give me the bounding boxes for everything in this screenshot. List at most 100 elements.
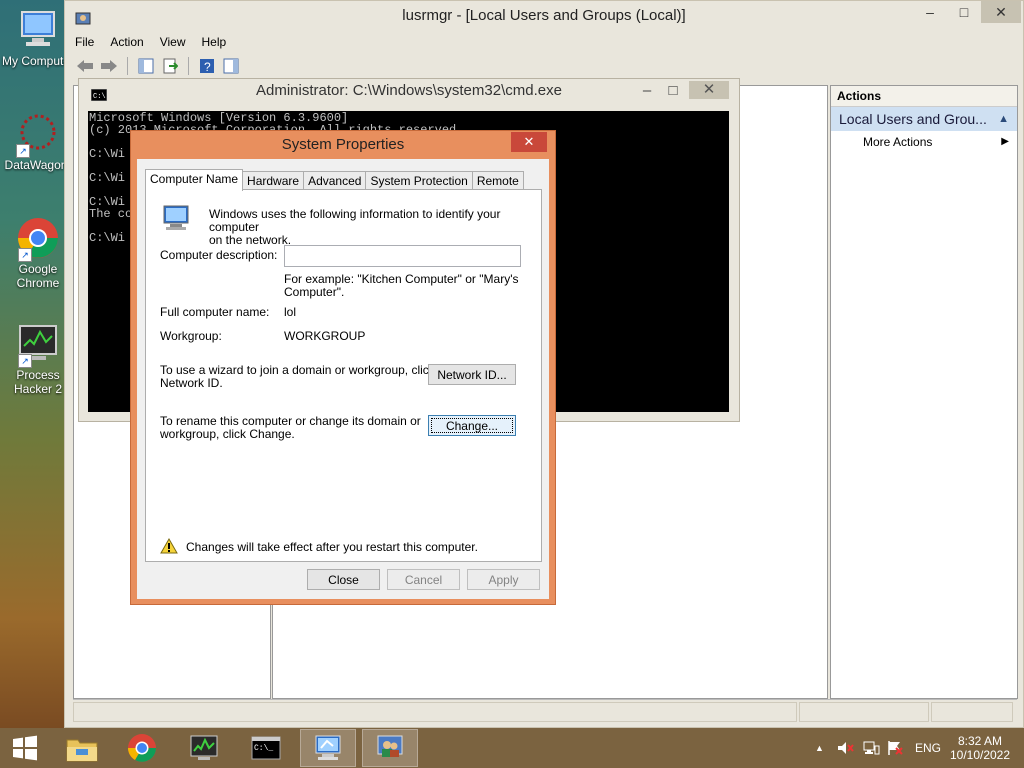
dialog-close-button[interactable]: ✕ [511, 132, 547, 152]
workgroup-value: WORKGROUP [284, 329, 366, 343]
taskbar-file-explorer[interactable] [54, 729, 110, 767]
svg-text:C:\_: C:\_ [254, 744, 273, 753]
cmd-minimize-button[interactable]: – [637, 79, 657, 103]
console-tree-icon [138, 58, 154, 74]
menu-bar: File Action View Help [65, 31, 1023, 53]
computer-description-input[interactable] [284, 245, 521, 267]
toolbar-separator [188, 57, 189, 75]
start-button[interactable] [0, 729, 50, 767]
computer-description-label: Computer description: [160, 248, 278, 262]
full-computer-name-label: Full computer name: [160, 305, 270, 319]
clock-date: 10/10/2022 [949, 748, 1011, 762]
help-button[interactable]: ? [197, 56, 217, 76]
lusrmgr-titlebar: lusrmgr - [Local Users and Groups (Local… [65, 1, 1023, 31]
desktop-icon-label: DataWagon [4, 158, 68, 172]
forward-button[interactable] [99, 56, 119, 76]
status-bar [73, 699, 1017, 722]
workgroup-label: Workgroup: [160, 329, 222, 343]
speaker-muted-icon [838, 742, 854, 754]
change-instructions: To rename this computer or change its do… [160, 415, 421, 441]
show-hidden-icons-button[interactable]: ▲ [815, 728, 824, 768]
svg-text:C:\: C:\ [93, 93, 106, 101]
change-button[interactable]: Change... [428, 415, 516, 436]
clock[interactable]: 8:32 AM 10/10/2022 [944, 728, 1016, 768]
submenu-arrow-icon: ▶ [1001, 136, 1009, 147]
desktop-icon-datawagon[interactable]: ↗ DataWagon [0, 112, 72, 172]
computer-icon [315, 735, 341, 760]
instruction-line: Network ID. [160, 376, 223, 390]
tab-strip: Computer Name Hardware Advanced System P… [145, 169, 524, 191]
dialog-body: Computer Name Hardware Advanced System P… [137, 159, 549, 599]
export-list-button[interactable] [160, 56, 180, 76]
help-icon: ? [200, 59, 214, 74]
tab-advanced[interactable]: Advanced [303, 171, 367, 190]
full-computer-name-value: lol [284, 305, 297, 319]
apply-button[interactable]: Apply [467, 569, 540, 590]
cancel-button[interactable]: Cancel [387, 569, 460, 590]
system-properties-dialog: System Properties ✕ Computer Name Hardwa… [130, 130, 556, 605]
more-actions-item[interactable]: More Actions ▶ [831, 131, 1017, 153]
show-hide-console-tree-button[interactable] [136, 56, 156, 76]
menu-view[interactable]: View [160, 35, 186, 49]
flag-icon [888, 741, 903, 755]
maximize-button[interactable]: □ [947, 1, 981, 23]
status-segment [73, 702, 797, 722]
taskbar-cmd[interactable]: C:\_ [238, 729, 294, 767]
show-hide-action-pane-button[interactable] [221, 56, 241, 76]
taskbar-process-hacker[interactable] [176, 729, 232, 767]
actions-header: Actions [831, 86, 1017, 107]
cmd-title: Administrator: C:\Windows\system32\cmd.e… [256, 82, 562, 99]
example-text-line: Computer". [284, 285, 345, 299]
tab-hardware[interactable]: Hardware [242, 171, 305, 190]
cmd-titlebar: C:\ Administrator: C:\Windows\system32\c… [79, 79, 739, 103]
actions-subheader[interactable]: Local Users and Grou... ▲ [831, 107, 1017, 131]
toolbar: ? [65, 53, 1023, 79]
status-segment [799, 702, 929, 722]
svg-text:?: ? [204, 60, 211, 74]
volume-tray-icon[interactable] [836, 728, 854, 768]
menu-file[interactable]: File [75, 35, 94, 49]
shortcut-arrow-icon: ↗ [18, 248, 32, 262]
example-text: For example: "Kitchen Computer" or "Mary… [284, 273, 518, 299]
tab-system-protection[interactable]: System Protection [365, 171, 473, 190]
actions-subheader-label: Local Users and Grou... [839, 111, 987, 127]
warning-icon [160, 537, 178, 557]
cmd-app-icon: C:\ [90, 85, 108, 109]
taskbar-lusrmgr[interactable] [362, 729, 418, 767]
network-id-button[interactable]: Network ID... [428, 364, 516, 385]
restart-warning-text: Changes will take effect after you resta… [186, 540, 478, 554]
action-center-tray-icon[interactable] [886, 728, 904, 768]
tab-computer-name[interactable]: Computer Name [145, 169, 244, 191]
chevron-up-icon: ▲ [815, 743, 824, 753]
language-indicator[interactable]: ENG [915, 728, 941, 768]
process-hacker-icon [190, 735, 218, 760]
shortcut-arrow-icon: ↗ [16, 144, 30, 158]
dialog-close-btn[interactable]: Close [307, 569, 380, 590]
users-icon [377, 735, 403, 757]
computer-name-panel: Windows uses the following information t… [145, 189, 542, 562]
datawagon-icon: ↗ [14, 112, 58, 158]
toolbar-separator [127, 57, 128, 75]
network-tray-icon[interactable] [862, 728, 880, 768]
taskbar-chrome[interactable] [114, 729, 170, 767]
arrow-left-icon [77, 60, 93, 72]
arrow-right-icon [101, 60, 117, 72]
back-button[interactable] [75, 56, 95, 76]
computer-network-icon [160, 204, 192, 235]
close-button[interactable]: ✕ [981, 1, 1021, 23]
menu-action[interactable]: Action [110, 35, 143, 49]
taskbar: C:\_ ▲ ENG 8:32 AM 10/10/2022 [0, 728, 1024, 768]
cmd-icon: C:\_ [251, 736, 281, 760]
menu-help[interactable]: Help [202, 35, 227, 49]
cmd-maximize-button[interactable]: □ [663, 79, 683, 103]
minimize-button[interactable]: – [913, 1, 947, 23]
process-hacker-icon: ↗ [16, 322, 60, 368]
dialog-title: System Properties [281, 136, 405, 153]
shortcut-arrow-icon: ↗ [18, 354, 32, 368]
collapse-up-icon: ▲ [998, 113, 1009, 125]
network-icon [863, 741, 880, 755]
taskbar-system-properties[interactable] [300, 729, 356, 767]
tab-remote[interactable]: Remote [471, 171, 524, 190]
lusrmgr-app-icon [75, 8, 91, 25]
cmd-close-button[interactable]: ✕ [689, 81, 729, 99]
